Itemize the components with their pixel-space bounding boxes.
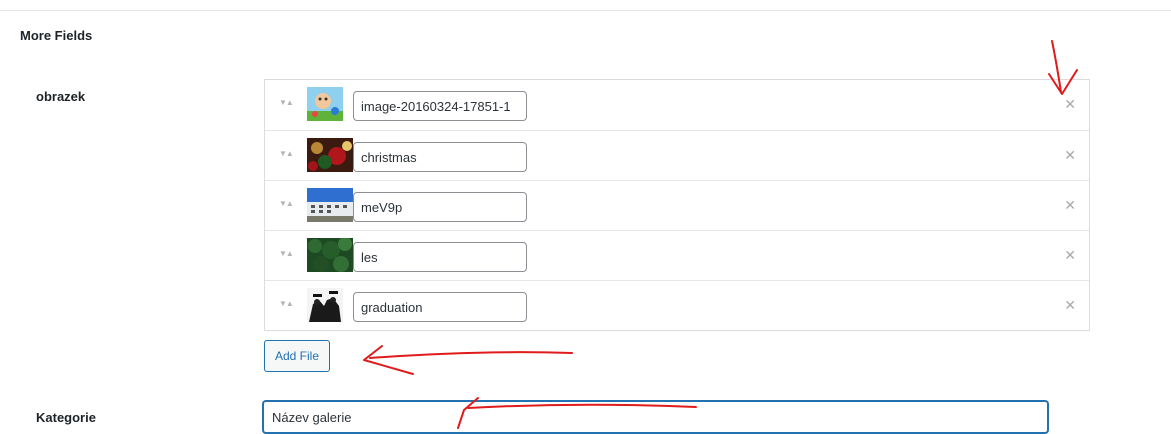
christmas-thumb-icon: [307, 138, 353, 172]
remove-icon[interactable]: ✕: [1064, 96, 1076, 113]
file-row: ▼▲ ✕: [265, 80, 1089, 130]
file-name-input[interactable]: [353, 242, 527, 272]
building-thumb-icon: [307, 188, 353, 222]
add-file-button[interactable]: Add File: [264, 340, 331, 372]
kategorie-label: Kategorie: [36, 410, 96, 425]
file-row: ▼▲ ✕: [265, 130, 1089, 180]
kategorie-input[interactable]: [262, 400, 1049, 434]
cartoon-thumb-icon: [307, 87, 343, 121]
sort-handle-icon[interactable]: ▼▲: [279, 98, 294, 107]
remove-icon[interactable]: ✕: [1064, 147, 1076, 164]
arrow-to-add-file-button: [363, 345, 573, 375]
forest-thumb-icon: [307, 238, 353, 272]
top-divider: [0, 10, 1171, 11]
file-name-input[interactable]: [353, 192, 527, 222]
file-name-input[interactable]: [353, 142, 527, 172]
file-list: ▼▲ ✕ ▼▲: [264, 79, 1090, 331]
remove-icon[interactable]: ✕: [1064, 297, 1076, 314]
obrazek-label: obrazek: [36, 89, 86, 104]
sort-handle-icon[interactable]: ▼▲: [279, 199, 294, 208]
sort-handle-icon[interactable]: ▼▲: [279, 249, 294, 258]
sort-handle-icon[interactable]: ▼▲: [279, 149, 294, 158]
file-row: ▼▲ ✕: [265, 180, 1089, 230]
graduation-thumb-icon: [307, 288, 343, 322]
file-row: ▼▲ ✕: [265, 230, 1089, 280]
remove-icon[interactable]: ✕: [1064, 197, 1076, 214]
file-name-input[interactable]: [353, 91, 527, 121]
file-row: ▼▲ ✕: [265, 280, 1089, 330]
file-name-input[interactable]: [353, 292, 527, 322]
sort-handle-icon[interactable]: ▼▲: [279, 299, 294, 308]
remove-icon[interactable]: ✕: [1064, 247, 1076, 264]
section-title: More Fields: [20, 28, 93, 43]
